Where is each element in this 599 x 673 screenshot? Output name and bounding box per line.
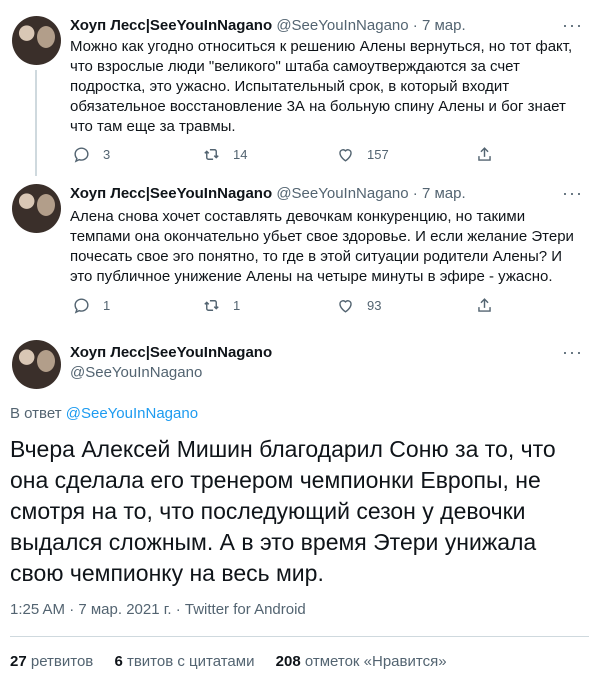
retweet-button[interactable]: 14 <box>202 145 247 164</box>
divider <box>10 636 589 637</box>
like-count: 93 <box>367 298 382 313</box>
retweet-arrows-icon <box>204 300 219 311</box>
reply-button[interactable]: 1 <box>72 296 110 315</box>
reply-count: 3 <box>103 147 111 162</box>
main-tweet-text: Вчера Алексей Мишин благодарил Соню за т… <box>10 436 556 586</box>
reply-bubble-icon <box>74 298 89 314</box>
like-count: 157 <box>367 147 389 162</box>
tweet-text: Алена снова хочет составлять девочкам ко… <box>70 208 574 285</box>
tweet-header: Хоуп Лесс|SeeYouInNagano @SeeYouInNagano… <box>70 184 466 204</box>
tweet-header: Хоуп Лесс|SeeYouInNagano @SeeYouInNagano… <box>70 16 466 36</box>
retweets-stat[interactable]: 27 ретвитов <box>10 653 93 670</box>
like-button[interactable]: 157 <box>336 145 389 164</box>
more-dots-icon[interactable]: ··· <box>562 16 583 34</box>
tweet-date[interactable]: 7 мар. <box>422 17 466 34</box>
author-handle[interactable]: @SeeYouInNagano <box>276 185 408 202</box>
separator: · <box>412 185 418 202</box>
share-upload-icon <box>478 298 491 312</box>
retweet-button[interactable]: 1 <box>202 296 240 315</box>
tweet-meta[interactable]: 1:25 AM · 7 мар. 2021 г. · Twitter for A… <box>10 600 306 620</box>
heart-icon <box>339 300 352 313</box>
retweet-count: 14 <box>233 147 248 162</box>
more-dots-icon[interactable]: ··· <box>562 184 583 202</box>
retweets-label: ретвитов <box>30 653 94 670</box>
share-button[interactable] <box>475 145 494 164</box>
reply-context: В ответ @SeeYouInNagano <box>10 404 198 424</box>
reply-bubble-icon <box>74 147 89 163</box>
retweet-count: 1 <box>233 298 241 313</box>
tweet-2[interactable]: Хоуп Лесс|SeeYouInNagano @SeeYouInNagano… <box>0 184 599 324</box>
quotes-label: твитов с цитатами <box>126 653 255 670</box>
main-author-handle[interactable]: @SeeYouInNagano <box>70 363 272 383</box>
avatar[interactable] <box>12 16 61 65</box>
tweet-stats: 27 ретвитов 6 твитов с цитатами 208 отме… <box>10 652 447 672</box>
share-upload-icon <box>478 147 491 161</box>
reply-handle-link[interactable]: @SeeYouInNagano <box>66 405 198 422</box>
author-name[interactable]: Хоуп Лесс|SeeYouInNagano <box>70 17 272 34</box>
heart-icon <box>339 149 352 162</box>
main-tweet-header: Хоуп Лесс|SeeYouInNagano @SeeYouInNagano <box>70 343 272 383</box>
separator: · <box>412 17 418 34</box>
share-button[interactable] <box>475 296 494 315</box>
quotes-stat[interactable]: 6 твитов с цитатами <box>114 653 254 670</box>
likes-label: отметок «Нравится» <box>304 653 447 670</box>
main-avatar[interactable] <box>12 340 61 389</box>
quotes-count: 6 <box>114 653 123 670</box>
tweet-date[interactable]: 7 мар. <box>422 185 466 202</box>
main-author-name[interactable]: Хоуп Лесс|SeeYouInNagano <box>70 343 272 363</box>
reply-count: 1 <box>103 298 111 313</box>
reply-button[interactable]: 3 <box>72 145 110 164</box>
more-dots-icon[interactable]: ··· <box>562 343 583 361</box>
avatar[interactable] <box>12 184 61 233</box>
thread-line <box>35 70 37 176</box>
tweet-text: Можно как угодно относиться к решению Ал… <box>70 38 573 135</box>
tweet-actions: 3 14 157 <box>70 145 510 165</box>
retweets-count: 27 <box>10 653 27 670</box>
author-handle[interactable]: @SeeYouInNagano <box>276 17 408 34</box>
likes-stat[interactable]: 208 отметок «Нравится» <box>276 653 447 670</box>
author-name[interactable]: Хоуп Лесс|SeeYouInNagano <box>70 185 272 202</box>
like-button[interactable]: 93 <box>336 296 381 315</box>
likes-count: 208 <box>275 653 301 670</box>
retweet-arrows-icon <box>204 149 219 160</box>
tweet-actions: 1 1 93 <box>70 296 510 316</box>
tweet-1[interactable]: Хоуп Лесс|SeeYouInNagano @SeeYouInNagano… <box>0 12 599 176</box>
reply-prefix: В ответ <box>10 405 62 422</box>
